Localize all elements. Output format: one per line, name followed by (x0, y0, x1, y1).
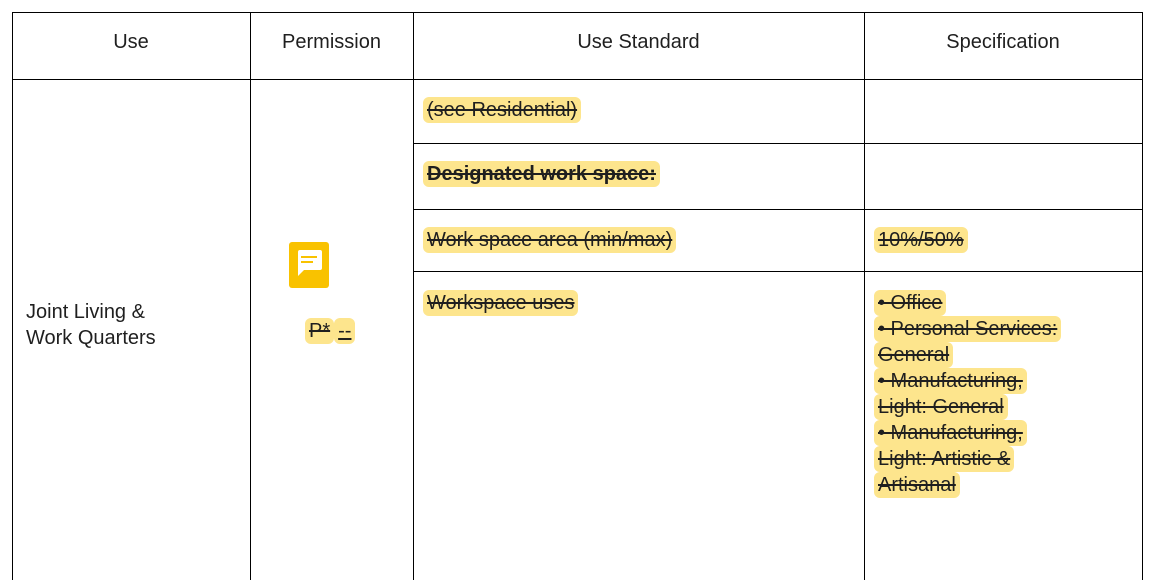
header-use: Use (113, 31, 149, 53)
permission-inserted: -- (334, 318, 356, 344)
standard-workspace-uses: Workspace uses (423, 290, 579, 316)
table-top-border (12, 12, 1143, 13)
col-divider-3 (864, 12, 865, 580)
spec-list-item: Light: Artistic & (874, 446, 1124, 472)
row-divider-1 (413, 143, 1143, 144)
use-line-2: Work Quarters (26, 327, 156, 349)
spec-list-item: • Office (874, 290, 1124, 316)
header-use-standard: Use Standard (577, 31, 700, 53)
header-permission: Permission (282, 31, 381, 53)
spec-list-item: • Manufacturing, (874, 368, 1124, 394)
use-line-1: Joint Living & (26, 301, 145, 323)
standard-work-space-area: Work space area (min/max) (423, 227, 677, 253)
row-divider-2 (413, 209, 1143, 210)
spec-list-item: • Manufacturing, (874, 420, 1124, 446)
spec-list-item: Light: General (874, 394, 1124, 420)
permission-struck: P* (305, 318, 335, 344)
spec-workspace-uses-list: • Office • Personal Services: General • … (874, 290, 1124, 498)
use-cell: Joint Living & Work Quarters (26, 299, 156, 351)
col-divider-1 (250, 12, 251, 580)
standard-designated-work-space: Designated work space: (423, 161, 660, 187)
spec-list-item: • Personal Services: (874, 316, 1124, 342)
row-divider-3 (413, 271, 1143, 272)
spec-value: 10%/50% (874, 227, 968, 253)
permission-value: P* -- (305, 318, 356, 344)
spec-list-item: General (874, 342, 1124, 368)
standard-label: Designated work space: (423, 161, 660, 187)
standard-label: Work space area (min/max) (423, 227, 677, 253)
col-divider-2 (413, 12, 414, 580)
standard-label: Workspace uses (423, 290, 579, 316)
header-specification: Specification (946, 31, 1060, 53)
header-bottom-border (12, 79, 1143, 80)
standard-see-residential: (see Residential) (423, 97, 582, 123)
comment-icon[interactable] (289, 242, 329, 288)
table-right-border (1142, 12, 1143, 580)
table-left-border (12, 12, 13, 580)
spec-work-space-area: 10%/50% (874, 227, 968, 253)
standard-label: (see Residential) (423, 97, 582, 123)
spec-list-item: Artisanal (874, 472, 1124, 498)
